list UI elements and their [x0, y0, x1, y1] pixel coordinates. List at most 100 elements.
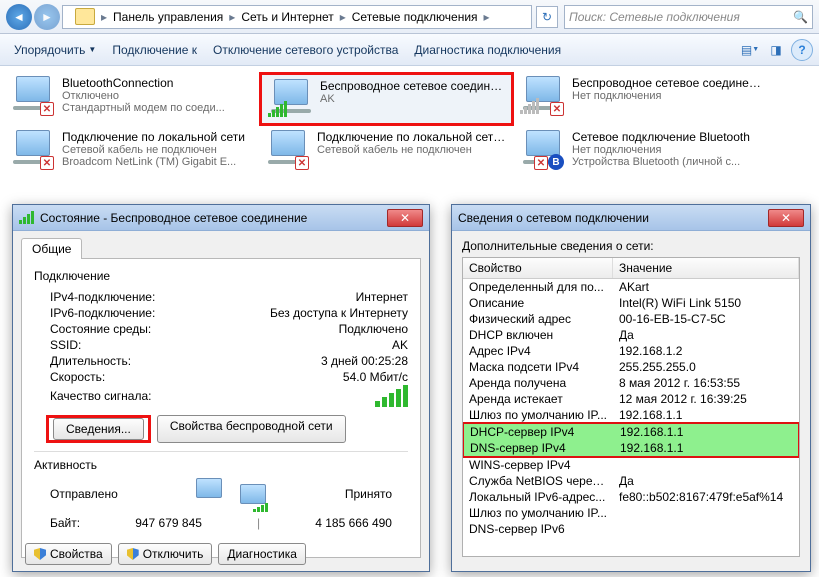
property-row[interactable]: Маска подсети IPv4255.255.255.0 [463, 359, 799, 375]
prop-value [613, 521, 799, 537]
prop-value: 192.168.1.2 [613, 343, 799, 359]
prop-key: DHCP-сервер IPv4 [464, 424, 614, 440]
property-row[interactable]: WINS-сервер IPv4 [463, 457, 799, 473]
section-connection: Подключение [34, 269, 408, 283]
preview-pane-icon[interactable]: ◨ [765, 39, 787, 61]
prop-key: Локальный IPv6-адрес... [463, 489, 613, 505]
col-property[interactable]: Свойство [463, 258, 613, 278]
prop-value: 192.168.1.1 [614, 440, 798, 456]
property-row[interactable]: Шлюз по умолчанию IP... [463, 505, 799, 521]
prop-value: Да [613, 327, 799, 343]
prop-key: Шлюз по умолчанию IP... [463, 407, 613, 423]
dialog-title: Сведения о сетевом подключении [458, 211, 768, 225]
property-row[interactable]: ОписаниеIntel(R) WiFi Link 5150 [463, 295, 799, 311]
disconnected-icon: ✕ [534, 156, 548, 170]
chevron-down-icon: ▼ [88, 45, 96, 54]
toolbar-disable-device[interactable]: Отключение сетевого устройства [205, 40, 406, 60]
tab-general[interactable]: Общие [21, 238, 82, 259]
prop-key: Аренда истекает [463, 391, 613, 407]
prop-value: 12 мая 2012 г. 16:39:25 [613, 391, 799, 407]
property-row[interactable]: Локальный IPv6-адрес...fe80::b502:8167:4… [463, 489, 799, 505]
connection-item[interactable]: ✕ Подключение по локальной сетиСетевой к… [4, 126, 259, 174]
property-row[interactable]: DNS-сервер IPv4192.168.1.1 [464, 440, 798, 456]
prop-value [613, 505, 799, 521]
bytes-sent-value: 947 679 845 [135, 516, 202, 530]
toolbar: Упорядочить▼ Подключение к Отключение се… [0, 34, 819, 66]
disconnected-icon: ✕ [295, 156, 309, 170]
shield-icon [34, 548, 46, 560]
prop-value: 192.168.1.1 [613, 407, 799, 423]
details-button[interactable]: Сведения... [53, 418, 144, 440]
prop-value: 8 мая 2012 г. 16:53:55 [613, 375, 799, 391]
chevron-right-icon[interactable]: ▸ [99, 10, 109, 24]
prop-key: Служба NetBIOS через... [463, 473, 613, 489]
dialog-title: Состояние - Беспроводное сетевое соедине… [40, 211, 387, 225]
crumb-network[interactable]: Сеть и Интернет [237, 10, 337, 24]
connection-item-selected[interactable]: Беспроводное сетевое соединениеAK [259, 72, 514, 126]
address-bar: ◄ ► ▸ Панель управления ▸ Сеть и Интерне… [0, 0, 819, 34]
chevron-right-icon[interactable]: ▸ [338, 10, 348, 24]
diagnose-button[interactable]: Диагностика [218, 543, 306, 565]
disconnected-icon: ✕ [40, 156, 54, 170]
search-placeholder: Поиск: Сетевые подключения [569, 10, 740, 24]
highlight-box: DHCP-сервер IPv4192.168.1.1DNS-сервер IP… [462, 422, 800, 458]
details-label: Дополнительные сведения о сети: [462, 239, 800, 253]
signal-icon [19, 211, 34, 224]
dialog-titlebar[interactable]: Состояние - Беспроводное сетевое соедине… [13, 205, 429, 231]
close-button[interactable]: ✕ [387, 209, 423, 227]
prop-key: Аренда получена [463, 375, 613, 391]
connections-panel: ✕ BluetoothConnectionОтключеноСтандартны… [0, 66, 819, 180]
property-row[interactable]: Физический адрес00-16-EB-15-C7-5C [463, 311, 799, 327]
prop-key: Маска подсети IPv4 [463, 359, 613, 375]
disconnected-icon: ✕ [550, 102, 564, 116]
col-value[interactable]: Значение [613, 258, 799, 278]
prop-key: DNS-сервер IPv4 [464, 440, 614, 456]
bytes-label: Байт: [50, 516, 80, 530]
chevron-right-icon[interactable]: ▸ [227, 10, 237, 24]
properties-list[interactable]: Свойство Значение Определенный для по...… [462, 257, 800, 557]
search-input[interactable]: Поиск: Сетевые подключения 🔍 [564, 5, 813, 29]
prop-key: DHCP включен [463, 327, 613, 343]
disable-button[interactable]: Отключить [118, 543, 213, 565]
crumb-control-panel[interactable]: Панель управления [109, 10, 227, 24]
property-row[interactable]: Служба NetBIOS через...Да [463, 473, 799, 489]
prop-value: 192.168.1.1 [614, 424, 798, 440]
shield-icon [127, 548, 139, 560]
toolbar-connect-to[interactable]: Подключение к [104, 40, 205, 60]
refresh-button[interactable]: ↻ [536, 6, 558, 28]
help-icon[interactable]: ? [791, 39, 813, 61]
connection-item[interactable]: ✕ Подключение по локальной сети 2Сетевой… [259, 126, 514, 174]
prop-value [613, 457, 799, 473]
breadcrumb[interactable]: ▸ Панель управления ▸ Сеть и Интернет ▸ … [62, 5, 532, 29]
dialog-titlebar[interactable]: Сведения о сетевом подключении ✕ [452, 205, 810, 231]
property-row[interactable]: Шлюз по умолчанию IP...192.168.1.1 [463, 407, 799, 423]
status-dialog: Состояние - Беспроводное сетевое соедине… [12, 204, 430, 572]
property-row[interactable]: Аренда получена8 мая 2012 г. 16:53:55 [463, 375, 799, 391]
connection-item[interactable]: B✕ Сетевое подключение BluetoothНет подк… [514, 126, 769, 174]
properties-button[interactable]: Свойства [25, 543, 112, 565]
toolbar-organize[interactable]: Упорядочить▼ [6, 40, 104, 60]
search-icon: 🔍 [793, 10, 808, 24]
prop-value: Да [613, 473, 799, 489]
wireless-properties-button[interactable]: Свойства беспроводной сети [157, 415, 346, 443]
connection-item[interactable]: ✕ Беспроводное сетевое соединение 2Нет п… [514, 72, 769, 126]
view-icon[interactable]: ▤▼ [739, 39, 761, 61]
nav-back-button[interactable]: ◄ [6, 4, 32, 30]
close-button[interactable]: ✕ [768, 209, 804, 227]
property-row[interactable]: Аренда истекает12 мая 2012 г. 16:39:25 [463, 391, 799, 407]
property-row[interactable]: Адрес IPv4192.168.1.2 [463, 343, 799, 359]
connection-item[interactable]: ✕ BluetoothConnectionОтключеноСтандартны… [4, 72, 259, 126]
crumb-connections[interactable]: Сетевые подключения [348, 10, 482, 24]
chevron-right-icon[interactable]: ▸ [482, 10, 492, 24]
column-headers[interactable]: Свойство Значение [463, 258, 799, 279]
prop-value: Intel(R) WiFi Link 5150 [613, 295, 799, 311]
signal-icon [520, 98, 539, 114]
property-row[interactable]: DNS-сервер IPv6 [463, 521, 799, 537]
property-row[interactable]: DHCP включенДа [463, 327, 799, 343]
nav-forward-button[interactable]: ► [34, 4, 60, 30]
folder-icon [75, 8, 95, 25]
prop-key: Адрес IPv4 [463, 343, 613, 359]
property-row[interactable]: DHCP-сервер IPv4192.168.1.1 [464, 424, 798, 440]
property-row[interactable]: Определенный для по...AKart [463, 279, 799, 295]
toolbar-diagnose[interactable]: Диагностика подключения [406, 40, 569, 60]
